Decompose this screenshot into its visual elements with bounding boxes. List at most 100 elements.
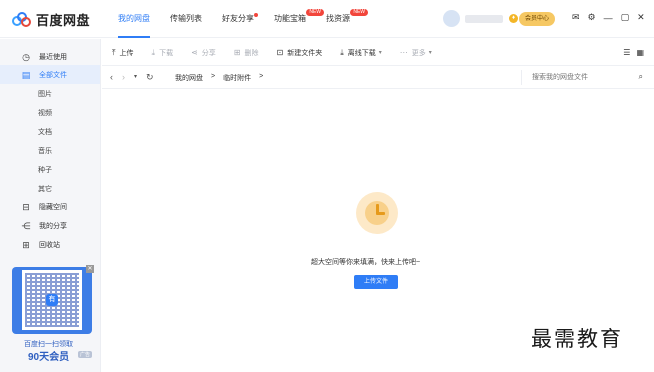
sidebar-sub-music[interactable]: 音乐 bbox=[38, 146, 52, 156]
breadcrumb: 我的网盘 > 临时附件 > bbox=[175, 73, 263, 83]
tab-label: 传输列表 bbox=[170, 14, 202, 23]
breadcrumb-root[interactable]: 我的网盘 bbox=[175, 73, 203, 83]
sort-icon[interactable]: ☰ bbox=[623, 48, 630, 57]
ad-tag: 广告 bbox=[78, 351, 93, 358]
promo-headline: 90天会员 bbox=[28, 352, 70, 363]
offline-download-button[interactable]: ⤓ 离线下载 ▾ bbox=[340, 48, 382, 58]
clock-icon: ◷ bbox=[22, 51, 30, 62]
file-icon: ▤ bbox=[21, 69, 31, 80]
watermark: 最需教育 bbox=[531, 327, 623, 351]
forward-icon[interactable]: › bbox=[122, 72, 125, 83]
trash-icon: ⊞ bbox=[233, 48, 241, 57]
sidebar-item-recycle-bin[interactable]: ⊞ 回收站 bbox=[0, 235, 100, 254]
sidebar-item-hidden-space[interactable]: ⊟ 隐藏空间 bbox=[0, 197, 100, 216]
promo-card[interactable]: 有 bbox=[12, 267, 92, 334]
empty-state-message: 超大空间等你来填满，快来上传吧~ bbox=[311, 259, 421, 266]
vip-level-icon[interactable]: ♦ bbox=[509, 14, 518, 23]
breadcrumb-separator: > bbox=[211, 73, 216, 80]
baidu-netdisk-logo-icon bbox=[12, 11, 32, 28]
app-logo[interactable]: 百度网盘 bbox=[12, 10, 90, 29]
chevron-down-icon: ▾ bbox=[428, 50, 432, 56]
sidebar-item-label: 隐藏空间 bbox=[39, 203, 67, 211]
sidebar-item-my-shares[interactable]: ⋲ 我的分享 bbox=[0, 216, 100, 235]
new-badge: NEW bbox=[350, 9, 368, 16]
title-bar: 百度网盘 我的网盘 传输列表 好友分享 功能宝箱 NEW 找资源 NEW ♦ 会员中… bbox=[0, 0, 654, 38]
sidebar-sub-documents[interactable]: 文档 bbox=[38, 127, 52, 137]
tab-my-disk[interactable]: 我的网盘 bbox=[108, 0, 160, 38]
qr-code: 有 bbox=[22, 270, 82, 330]
sidebar-item-label: 回收站 bbox=[39, 241, 60, 249]
tab-label: 好友分享 bbox=[222, 14, 254, 23]
tab-label: 找资源 bbox=[326, 14, 350, 23]
lock-icon: ⊟ bbox=[22, 201, 30, 212]
tool-label: 删除 bbox=[244, 49, 259, 57]
sidebar-item-all-files[interactable]: ▤ 全部文件 bbox=[0, 65, 100, 84]
sidebar-sub-torrents[interactable]: 种子 bbox=[38, 165, 52, 175]
tab-label: 功能宝箱 bbox=[274, 14, 306, 23]
notification-dot bbox=[254, 13, 258, 17]
close-icon[interactable]: ✕ bbox=[637, 12, 645, 23]
tool-label: 离线下载 bbox=[347, 49, 376, 57]
empty-state-clock-icon bbox=[356, 192, 398, 234]
share-icon: ⋖ bbox=[191, 48, 198, 57]
sidebar: ◷ 最近使用 ▤ 全部文件 图片 视频 文档 音乐 种子 其它 ⊟ 隐藏空间 ⋲… bbox=[0, 39, 101, 372]
sidebar-item-label: 最近使用 bbox=[39, 53, 67, 61]
tab-transfer-list[interactable]: 传输列表 bbox=[160, 0, 212, 38]
folder-plus-icon: ⊡ bbox=[276, 48, 284, 57]
sidebar-sub-images[interactable]: 图片 bbox=[38, 89, 52, 99]
view-controls: ☰ ▦ bbox=[623, 48, 644, 57]
avatar[interactable] bbox=[443, 10, 460, 27]
breadcrumb-separator: > bbox=[259, 73, 264, 80]
tab-feature-box[interactable]: 功能宝箱 NEW bbox=[264, 0, 324, 38]
download-icon: ⤓ bbox=[151, 47, 156, 57]
user-area[interactable]: ♦ bbox=[443, 10, 518, 27]
sidebar-item-label: 我的分享 bbox=[39, 222, 67, 230]
offline-download-icon: ⤓ bbox=[340, 47, 344, 57]
upload-button[interactable]: ⤒ 上传 bbox=[112, 48, 134, 58]
tool-label: 分享 bbox=[201, 49, 216, 57]
sidebar-item-label: 全部文件 bbox=[39, 71, 67, 79]
mail-icon[interactable]: ✉ bbox=[572, 12, 580, 23]
breadcrumb-current[interactable]: 临时附件 bbox=[223, 73, 251, 83]
minimize-icon[interactable]: — bbox=[604, 13, 613, 23]
tab-find-resources[interactable]: 找资源 NEW bbox=[316, 0, 368, 38]
search-input[interactable] bbox=[532, 70, 632, 85]
chevron-down-icon: ▾ bbox=[378, 50, 382, 56]
refresh-icon[interactable]: ↻ bbox=[146, 72, 154, 83]
maximize-icon[interactable]: ▢ bbox=[621, 12, 630, 23]
history-dropdown-icon[interactable]: ▾ bbox=[134, 72, 137, 83]
download-button[interactable]: ⤓ 下载 bbox=[152, 48, 174, 58]
upload-icon: ⤒ bbox=[112, 47, 116, 57]
tool-label: 新建文件夹 bbox=[287, 49, 323, 57]
sidebar-item-recent[interactable]: ◷ 最近使用 bbox=[0, 47, 100, 66]
qr-center-logo: 有 bbox=[46, 294, 58, 306]
close-icon[interactable]: ✕ bbox=[86, 265, 94, 273]
sidebar-sub-other[interactable]: 其它 bbox=[38, 184, 52, 194]
sidebar-sub-videos[interactable]: 视频 bbox=[38, 108, 52, 118]
tool-label: 更多 bbox=[411, 49, 426, 57]
delete-button[interactable]: ⊞ 删除 bbox=[234, 48, 259, 58]
vip-promo-banner[interactable]: 有 ✕ 百度扫一扫领取 90天会员 广告 bbox=[10, 265, 96, 372]
nav-buttons: ‹ › ▾ ↻ bbox=[110, 72, 154, 83]
app-name: 百度网盘 bbox=[36, 13, 91, 28]
upload-file-button[interactable]: 上传文件 bbox=[354, 275, 398, 289]
tool-label: 上传 bbox=[119, 49, 134, 57]
window-controls: ✉ ⚙ — ▢ ✕ bbox=[572, 12, 645, 23]
top-navigation: 我的网盘 传输列表 好友分享 功能宝箱 NEW 找资源 NEW bbox=[108, 0, 368, 38]
search-box: ⌕ bbox=[521, 70, 649, 85]
breadcrumb-bar: ‹ › ▾ ↻ 我的网盘 > 临时附件 > ⌕ bbox=[102, 67, 654, 89]
vip-center-button[interactable]: 会员中心 bbox=[519, 12, 556, 26]
back-icon[interactable]: ‹ bbox=[110, 72, 113, 83]
share-button[interactable]: ⋖ 分享 bbox=[191, 48, 216, 58]
more-icon: ⋯ bbox=[399, 48, 408, 57]
more-button[interactable]: ⋯ 更多 ▾ bbox=[400, 48, 432, 58]
username-redacted[interactable] bbox=[465, 14, 503, 23]
trash-icon: ⊞ bbox=[22, 239, 30, 250]
file-toolbar: ⤒ 上传 ⤓ 下载 ⋖ 分享 ⊞ 删除 ⊡ 新建文件夹 ⤓ 离线下载 ▾ ⋯ 更多 ▾ ☰ ▦ bbox=[102, 40, 654, 66]
search-icon[interactable]: ⌕ bbox=[639, 72, 643, 82]
tab-friend-share[interactable]: 好友分享 bbox=[212, 0, 264, 38]
new-folder-button[interactable]: ⊡ 新建文件夹 bbox=[277, 48, 323, 58]
grid-view-icon[interactable]: ▦ bbox=[636, 48, 644, 57]
tab-label: 我的网盘 bbox=[118, 14, 150, 23]
gear-icon[interactable]: ⚙ bbox=[588, 12, 596, 23]
